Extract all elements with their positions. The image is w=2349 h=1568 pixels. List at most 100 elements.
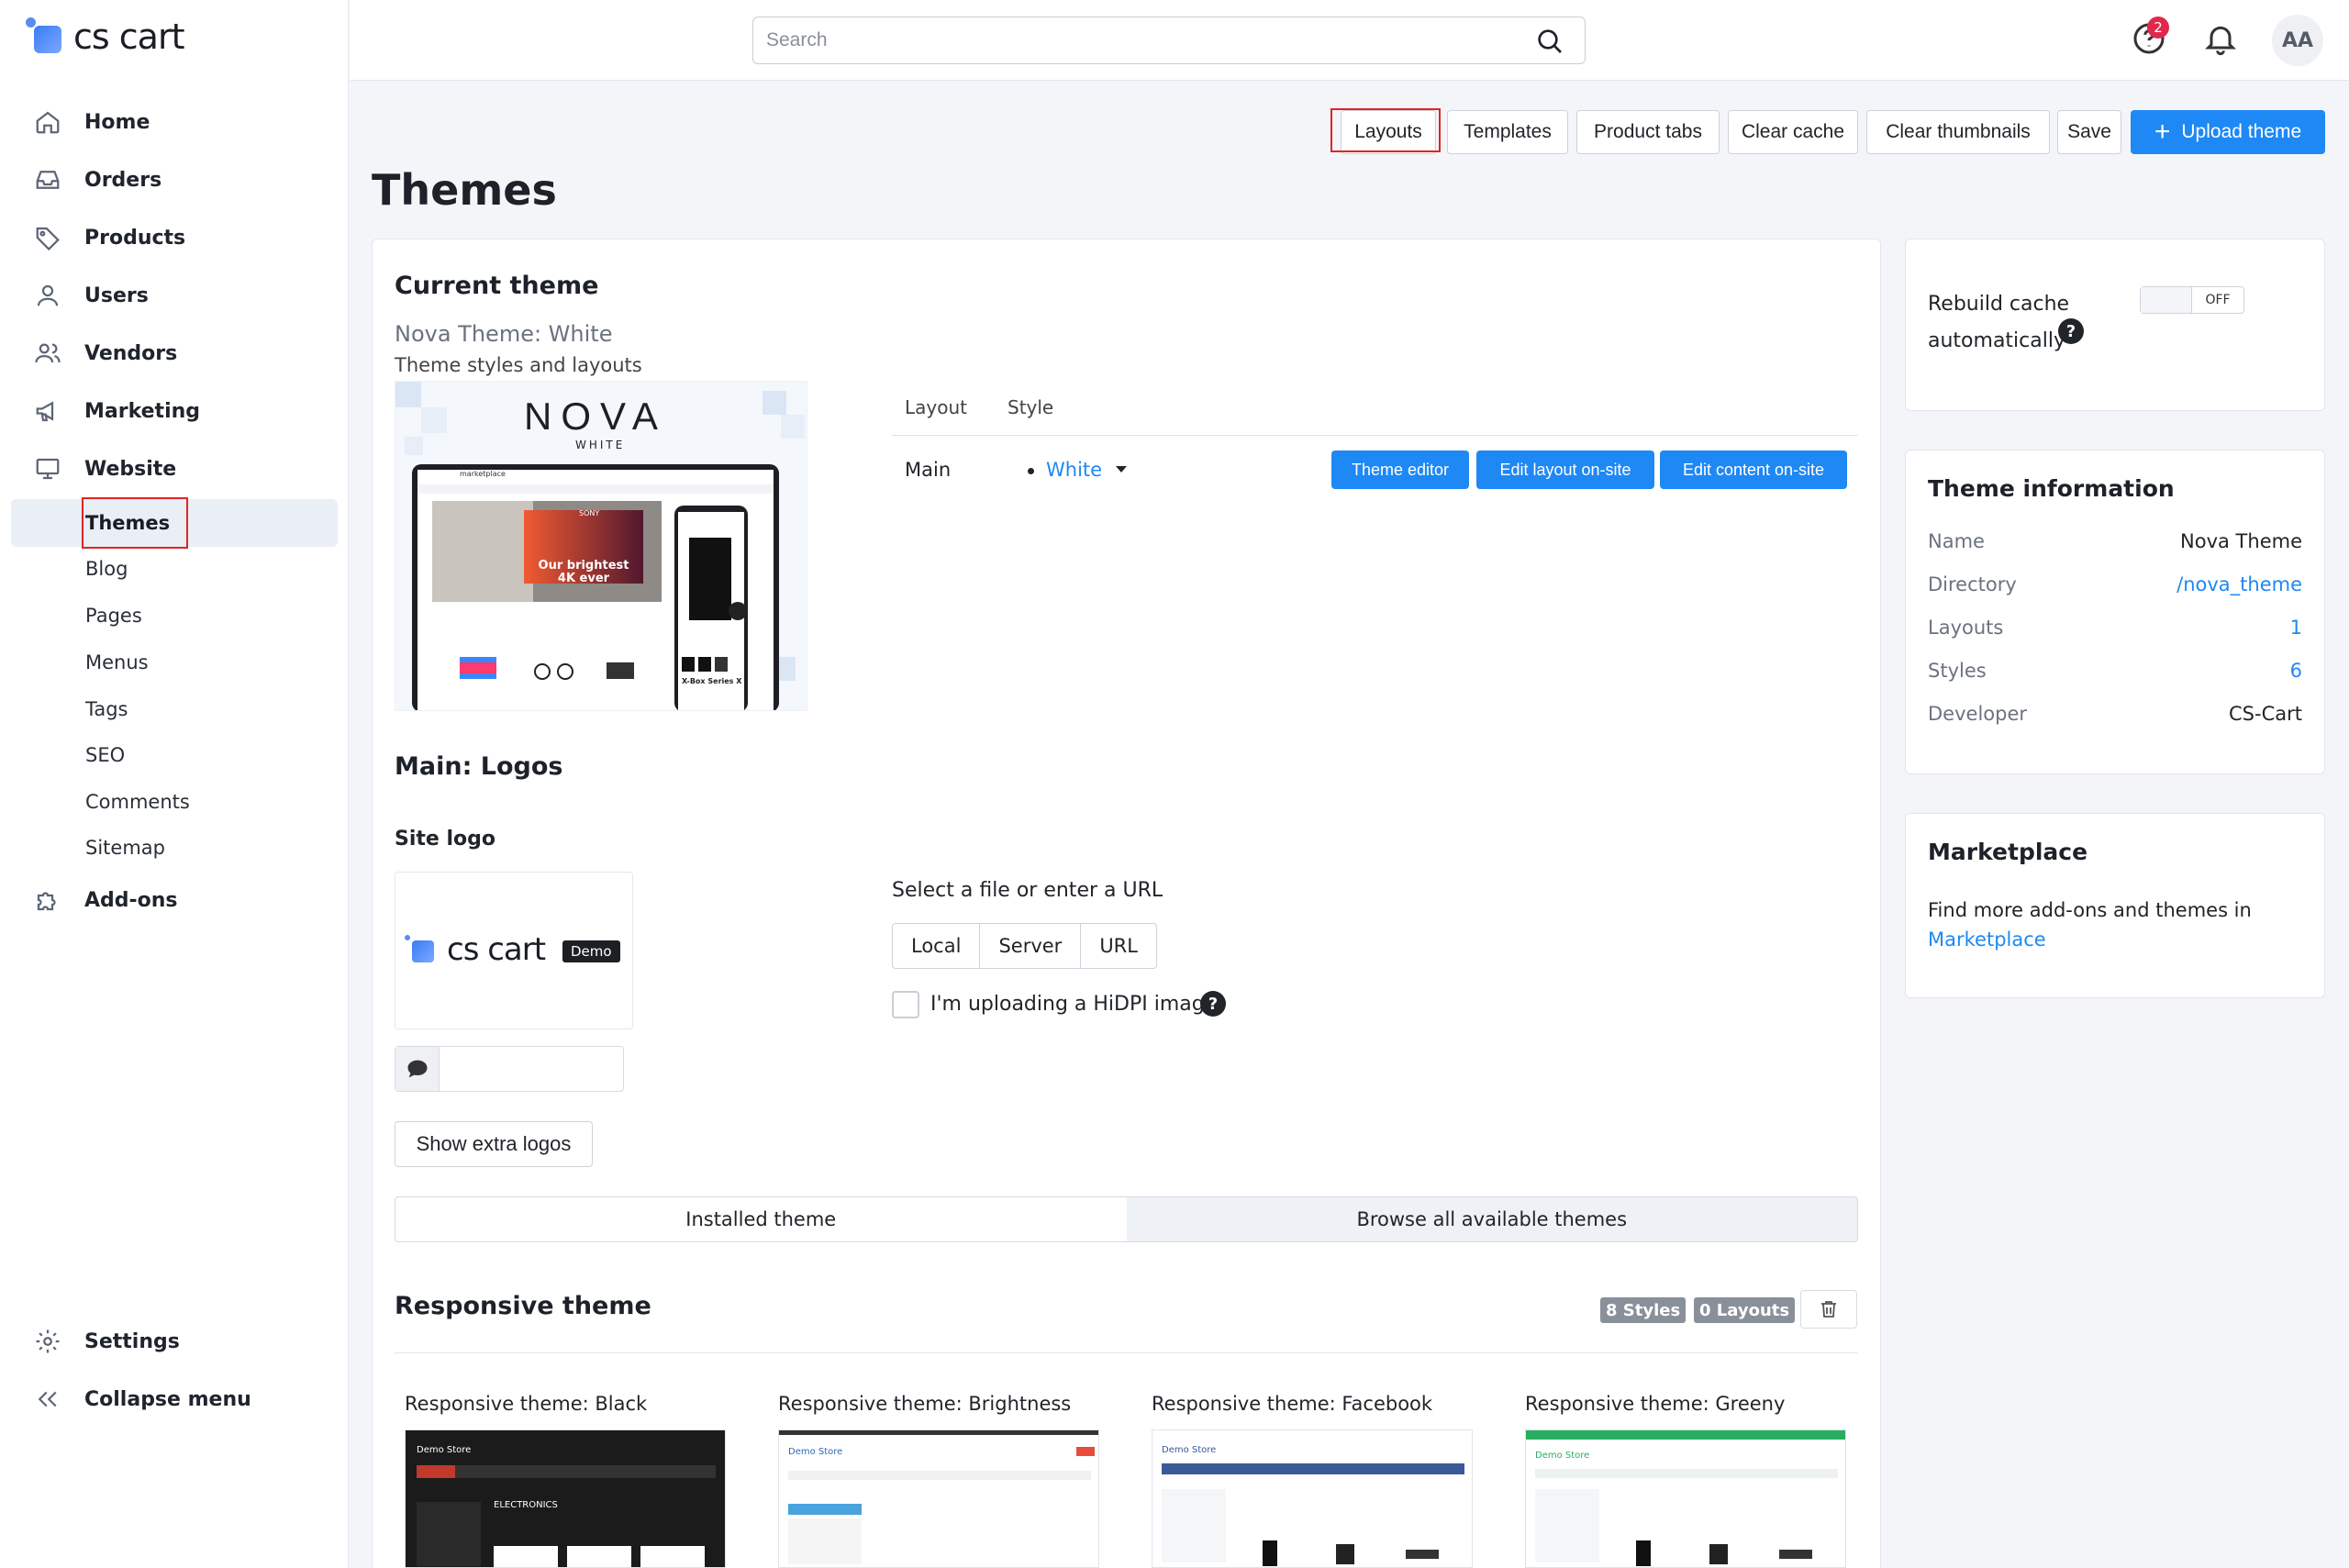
hidpi-help-icon[interactable]: ? <box>1200 991 1226 1017</box>
styles-count-link[interactable]: 6 <box>2290 660 2302 682</box>
style-column-header: Style <box>1008 396 1054 418</box>
marketplace-heading: Marketplace <box>1928 839 2088 865</box>
thumb-store-name: Demo Store <box>1535 1451 1590 1461</box>
sidebar-item-vendors[interactable]: Vendors <box>33 333 177 373</box>
trash-icon <box>1821 1301 1836 1318</box>
save-button[interactable]: Save <box>2057 110 2121 154</box>
theme-editor-button[interactable]: Theme editor <box>1331 450 1469 489</box>
source-server-button[interactable]: Server <box>980 924 1082 968</box>
clear-cache-button[interactable]: Clear cache <box>1728 110 1858 154</box>
thumb-black[interactable]: Demo Store ELECTRONICS <box>405 1429 726 1568</box>
thumb-nav <box>1535 1469 1838 1478</box>
style-bullet <box>1028 468 1034 474</box>
logo-alt-text-field[interactable] <box>395 1046 624 1092</box>
rebuild-cache-text: Rebuild cache automatically <box>1928 293 2070 352</box>
marketplace-link[interactable]: Marketplace <box>1928 929 2046 951</box>
thumb-sidebar <box>1162 1489 1226 1562</box>
thumb-product <box>640 1546 705 1567</box>
clear-thumbnails-button[interactable]: Clear thumbnails <box>1866 110 2050 154</box>
demo-badge: Demo <box>562 940 620 962</box>
sidebar-item-label: Orders <box>84 168 162 192</box>
info-value: Nova Theme <box>2180 530 2302 552</box>
table-divider <box>892 435 1858 436</box>
thumb-product <box>1263 1540 1277 1566</box>
rebuild-help-icon[interactable]: ? <box>2058 318 2084 344</box>
theme-preview-image: NOVA WHITE marketplace SONY Our brightes… <box>395 381 807 711</box>
preview-store: marketplace <box>460 470 506 478</box>
search-icon[interactable] <box>1535 27 1564 56</box>
info-label: Layouts <box>1928 617 2004 639</box>
thumb-accent <box>1076 1447 1095 1456</box>
theme-tabs: Installed theme Browse all available the… <box>395 1196 1858 1242</box>
product-tabs-button[interactable]: Product tabs <box>1576 110 1720 154</box>
sidebar-item-products[interactable]: Products <box>33 217 185 258</box>
logo-square-icon <box>412 940 434 962</box>
megaphone-icon <box>33 396 62 426</box>
rebuild-cache-toggle[interactable]: OFF <box>2140 286 2244 314</box>
source-url-button[interactable]: URL <box>1081 924 1156 968</box>
sidebar-item-label: Marketing <box>84 399 201 423</box>
info-row-layouts: Layouts 1 <box>1928 617 2302 639</box>
site-logo-label: Site logo <box>395 828 495 851</box>
sidebar-subitem-menus[interactable]: Menus <box>85 646 149 679</box>
sidebar-subitem-sitemap[interactable]: Sitemap <box>85 831 165 864</box>
site-logo-preview: cs cart Demo <box>395 872 633 1029</box>
thumb-nav <box>788 1471 1091 1480</box>
layouts-count-link[interactable]: 1 <box>2290 617 2302 639</box>
sidebar-subitem-seo[interactable]: SEO <box>85 739 125 772</box>
tab-installed-theme[interactable]: Installed theme <box>395 1197 1127 1241</box>
thumb-title-brightness: Responsive theme: Brightness <box>778 1393 1072 1415</box>
thumb-product <box>1636 1540 1651 1566</box>
tab-browse-themes[interactable]: Browse all available themes <box>1127 1197 1858 1241</box>
sidebar-subitem-tags[interactable]: Tags <box>85 693 128 726</box>
style-dropdown[interactable]: White <box>1046 459 1102 481</box>
thumb-greeny[interactable]: Demo Store <box>1525 1429 1846 1568</box>
hidpi-checkbox[interactable] <box>892 991 919 1018</box>
sidebar-item-addons[interactable]: Add-ons <box>33 880 178 920</box>
current-theme-heading: Current theme <box>395 272 599 300</box>
theme-information-heading: Theme information <box>1928 475 2175 502</box>
cs-cart-logo[interactable]: cs cart <box>26 17 184 57</box>
inbox-icon <box>33 165 62 195</box>
thumb-topline <box>779 1430 1098 1435</box>
sidebar-item-users[interactable]: Users <box>33 275 149 316</box>
templates-button[interactable]: Templates <box>1447 110 1568 154</box>
thumb-product <box>1406 1550 1439 1559</box>
sidebar-subitem-comments[interactable]: Comments <box>85 785 190 818</box>
sidebar-item-marketing[interactable]: Marketing <box>33 391 200 431</box>
toggle-knob <box>2141 287 2192 313</box>
edit-content-onsite-button[interactable]: Edit content on-site <box>1660 450 1847 489</box>
sidebar-item-home[interactable]: Home <box>33 102 150 142</box>
caret-down-icon[interactable] <box>1116 466 1127 473</box>
collapse-menu-button[interactable]: Collapse menu <box>33 1379 251 1419</box>
show-extra-logos-button[interactable]: Show extra logos <box>395 1121 593 1167</box>
thumb-facebook[interactable]: Demo Store <box>1152 1429 1473 1568</box>
thumb-nav-accent <box>417 1465 455 1478</box>
layouts-highlight-box <box>1330 108 1441 152</box>
thumb-brightness[interactable]: Demo Store <box>778 1429 1099 1568</box>
sidebar-subitem-blog[interactable]: Blog <box>85 552 128 585</box>
sidebar-item-label: Settings <box>84 1329 180 1353</box>
hidpi-label: I'm uploading a HiDPI image. <box>930 993 1224 1016</box>
logo-mark-icon <box>26 17 64 56</box>
sidebar-item-orders[interactable]: Orders <box>33 160 161 200</box>
directory-link[interactable]: /nova_theme <box>2176 573 2302 595</box>
search-box <box>752 17 1586 64</box>
sidebar-subitem-pages[interactable]: Pages <box>85 599 142 632</box>
sidebar-item-website[interactable]: Website <box>33 449 176 489</box>
upload-theme-button[interactable]: + Upload theme <box>2131 110 2325 154</box>
thumb-sidebar-active <box>788 1504 862 1515</box>
edit-layout-onsite-button[interactable]: Edit layout on-site <box>1476 450 1654 489</box>
avatar[interactable]: AA <box>2272 15 2323 66</box>
styles-count-badge: 8 Styles <box>1600 1297 1687 1323</box>
info-row-name: Name Nova Theme <box>1928 530 2302 552</box>
monitor-icon <box>33 454 62 484</box>
thumb-section: ELECTRONICS <box>494 1500 558 1510</box>
delete-theme-button[interactable] <box>1800 1290 1857 1329</box>
source-local-button[interactable]: Local <box>893 924 981 968</box>
sidebar-item-settings[interactable]: Settings <box>33 1321 180 1362</box>
search-input[interactable] <box>753 17 1487 63</box>
thumb-sidebar <box>788 1518 862 1564</box>
tag-icon <box>33 223 62 252</box>
bell-icon[interactable] <box>2202 20 2239 57</box>
